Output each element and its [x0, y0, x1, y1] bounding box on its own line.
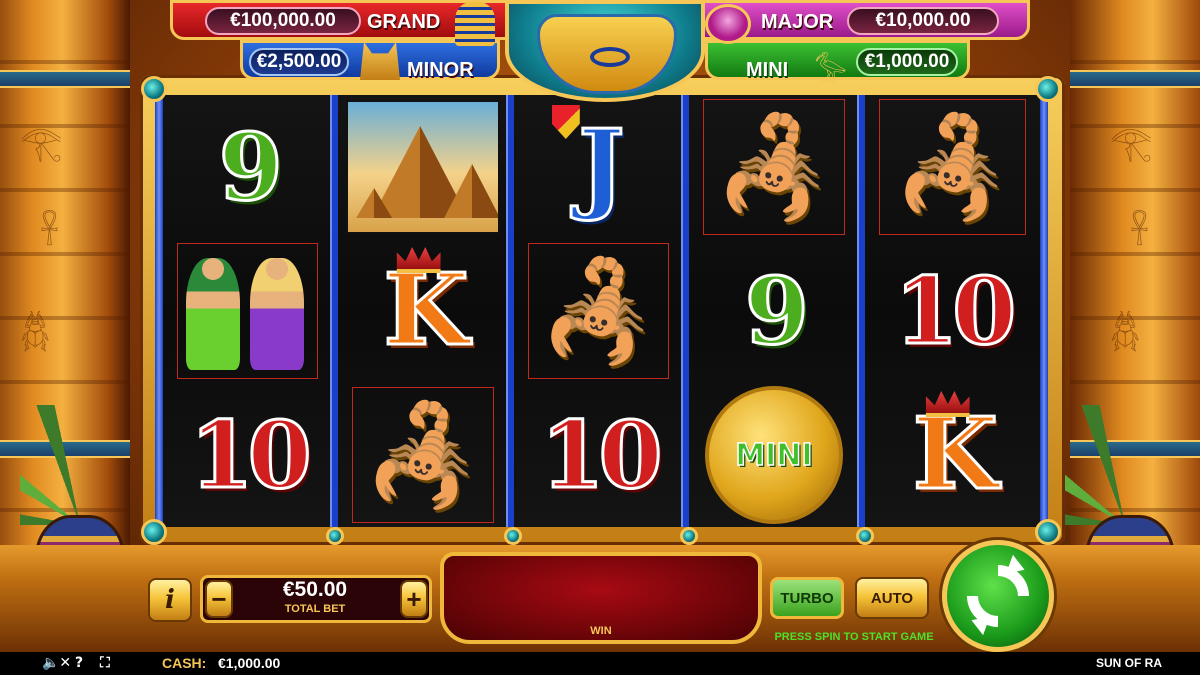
reel-3: J 🦂 10 [513, 95, 690, 527]
jackpot-mini-amount: €1,000.00 [856, 48, 958, 76]
bet-increase-button[interactable]: + [400, 580, 428, 618]
plant-decoration [1065, 405, 1185, 525]
gem-decoration [680, 527, 698, 545]
jackpot-major-amount: €10,000.00 [847, 7, 999, 35]
gem-decoration [504, 527, 522, 545]
plant-decoration [20, 405, 140, 525]
jackpot-grand-label: GRAND [367, 11, 441, 33]
spin-arrows-icon [954, 552, 1042, 640]
gem-decoration [856, 527, 874, 545]
bet-decrease-button[interactable]: − [205, 580, 233, 618]
symbol-j: J [514, 95, 683, 239]
reel-2: K 🦂 [338, 95, 514, 527]
reel-1: 9 10 [163, 95, 339, 527]
symbol-scorpion: 🦂 [514, 239, 683, 383]
jackpot-major-label: MAJOR [761, 11, 834, 33]
symbol-scorpion: 🦂 [865, 95, 1040, 239]
game-scene: 𓂀 𓋹 𓆣 𓂀 𓋹 𓆣 9 10 K 🦂 J 🦂 10 🦂 9 MINI 🦂 1… [0, 0, 1200, 675]
reel-5: 🦂 10 K [864, 95, 1040, 527]
jackpot-grand-amount: €100,000.00 [205, 7, 361, 35]
symbol-dancers [163, 239, 332, 383]
gem-decoration [141, 519, 167, 545]
cash-value: €1,000.00 [218, 655, 281, 671]
info-button[interactable]: i [148, 578, 192, 622]
symbol-10: 10 [539, 401, 664, 509]
golden-pot-icon [505, 0, 705, 102]
help-icon[interactable]: ? [75, 655, 83, 671]
gem-decoration [1035, 519, 1061, 545]
symbol-scorpion: 🦂 [689, 95, 858, 239]
symbol-k: K [338, 239, 507, 383]
sound-muted-icon[interactable]: 🔈✕ [42, 655, 71, 671]
gem-decoration [141, 76, 167, 102]
total-bet-label: TOTAL BET [284, 603, 346, 615]
total-bet-value: €50.00 [282, 578, 348, 601]
jackpot-mini-label: MINI [746, 59, 789, 81]
ibis-icon: 𓅞 [814, 55, 848, 90]
win-label: WIN [590, 625, 612, 637]
fullscreen-icon[interactable]: ⛶ [100, 655, 110, 671]
symbol-10: 10 [188, 401, 313, 509]
symbol-mini-coin: MINI [689, 383, 858, 527]
crown-icon [396, 247, 441, 273]
reel-4: 🦂 9 MINI [689, 95, 865, 527]
auto-button[interactable]: AUTO [855, 577, 929, 619]
jackpot-minor-label: MINOR [407, 59, 474, 81]
press-spin-hint: PRESS SPIN TO START GAME [774, 631, 934, 643]
symbol-scorpion: 🦂 [338, 383, 507, 527]
eye-of-horus-icon [590, 47, 630, 67]
cash-label: CASH: [162, 655, 207, 671]
reel-grid: 9 10 K 🦂 J 🦂 10 🦂 9 MINI 🦂 10 K [163, 95, 1040, 527]
jackpot-minor-amount: €2,500.00 [249, 48, 349, 76]
symbol-pyramids [338, 95, 507, 239]
frame-rail-left [155, 95, 163, 527]
game-name: SUN OF RA [1096, 656, 1162, 670]
status-bar: 🔈✕ ? ⛶ CASH: €1,000.00 SUN OF RA [0, 652, 1200, 675]
pharaoh-icon [455, 2, 495, 46]
shield-icon [551, 105, 580, 139]
gem-decoration [1035, 76, 1061, 102]
symbol-9: 9 [217, 113, 284, 221]
symbol-9: 9 [743, 257, 810, 365]
turbo-button[interactable]: TURBO [770, 577, 844, 619]
mini-coin-label: MINI [734, 437, 813, 474]
symbol-k: K [865, 383, 1040, 527]
scarab-icon [705, 4, 751, 44]
frame-rail-right [1040, 95, 1048, 527]
gem-decoration [326, 527, 344, 545]
crown-icon [925, 391, 970, 417]
spin-button[interactable] [942, 540, 1054, 652]
symbol-10: 10 [893, 257, 1018, 365]
